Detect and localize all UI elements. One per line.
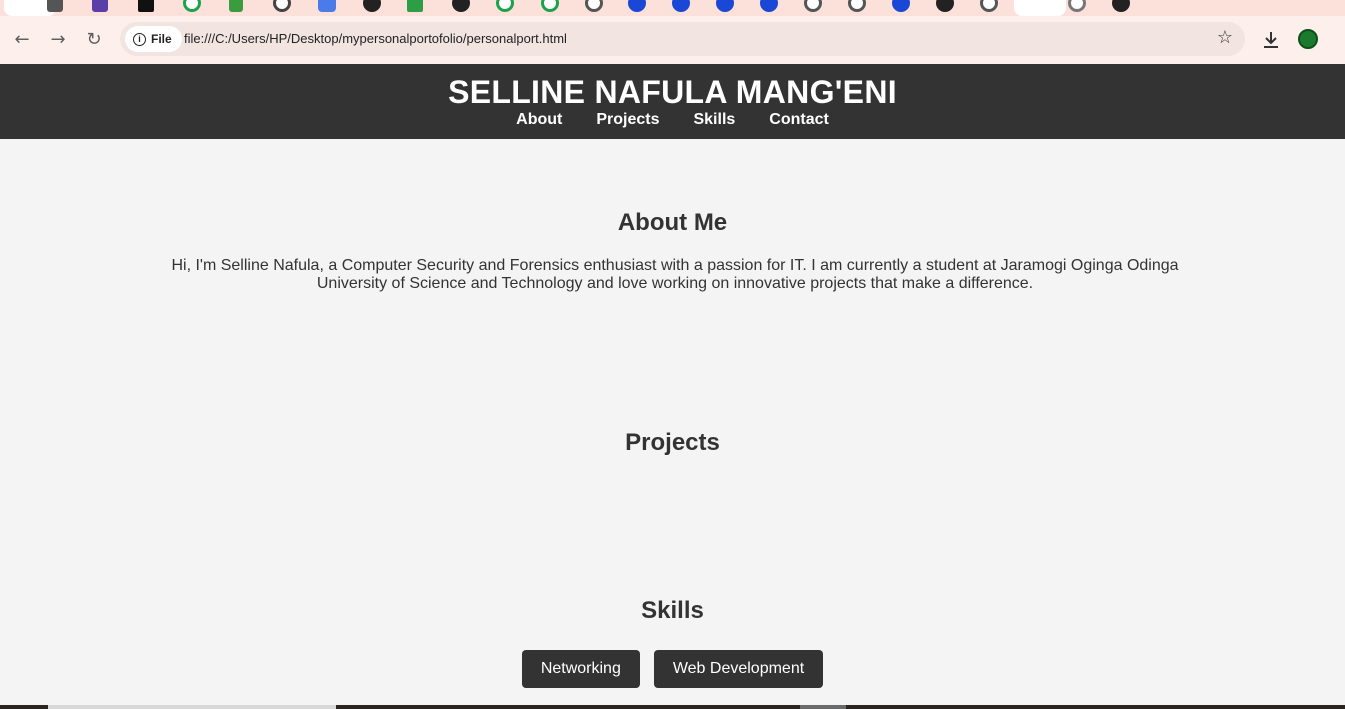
tab-favicon[interactable] bbox=[628, 0, 646, 12]
bookmark-star-icon[interactable]: ☆ bbox=[1217, 27, 1233, 48]
back-arrow-icon: ← bbox=[14, 28, 30, 50]
taskbar-edge bbox=[0, 705, 1345, 709]
tab-favicon[interactable] bbox=[183, 0, 201, 12]
tab-favicon[interactable] bbox=[541, 0, 559, 12]
url-text[interactable]: file:///C:/Users/HP/Desktop/mypersonalpo… bbox=[184, 31, 567, 46]
tab-favicon[interactable] bbox=[585, 0, 603, 12]
tab-favicon[interactable] bbox=[318, 0, 336, 12]
nav-link-projects[interactable]: Projects bbox=[596, 110, 659, 130]
tab-favicon[interactable] bbox=[407, 0, 423, 12]
forward-arrow-icon: → bbox=[50, 28, 66, 50]
tab-favicon[interactable] bbox=[138, 0, 154, 12]
tab-favicon[interactable] bbox=[1068, 0, 1086, 12]
taskbar-segment bbox=[48, 705, 336, 709]
tab-favicon[interactable] bbox=[452, 0, 470, 12]
tab-favicon[interactable] bbox=[273, 0, 291, 12]
back-button[interactable]: ← bbox=[7, 24, 37, 54]
profile-avatar[interactable] bbox=[1298, 29, 1318, 49]
tab-favicon[interactable] bbox=[936, 0, 954, 12]
tab-favicon[interactable] bbox=[672, 0, 690, 12]
tab-favicon[interactable] bbox=[980, 0, 998, 12]
site-info-chip[interactable]: i File bbox=[125, 26, 182, 52]
forward-button[interactable]: → bbox=[43, 24, 73, 54]
tab-favicon[interactable] bbox=[804, 0, 822, 12]
skill-networking-button[interactable]: Networking bbox=[521, 650, 640, 688]
tab-favicon[interactable] bbox=[229, 0, 243, 12]
site-header: SELLINE NAFULA MANG'ENI About Projects S… bbox=[0, 64, 1345, 139]
about-heading: About Me bbox=[617, 209, 728, 236]
tab-favicon[interactable] bbox=[1112, 0, 1130, 12]
browser-toolbar: ← → ↻ i File file:///C:/Users/HP/Desktop… bbox=[0, 16, 1345, 64]
skills-list: Networking Web Development bbox=[0, 650, 1345, 688]
site-nav: About Projects Skills Contact bbox=[0, 110, 1345, 130]
address-bar[interactable]: i File file:///C:/Users/HP/Desktop/myper… bbox=[120, 22, 1245, 56]
tab-strip bbox=[0, 0, 1345, 16]
tab-favicon[interactable] bbox=[848, 0, 866, 12]
download-icon[interactable] bbox=[1261, 30, 1281, 50]
taskbar-segment bbox=[800, 705, 846, 709]
projects-heading: Projects bbox=[625, 429, 720, 456]
tab-favicon[interactable] bbox=[363, 0, 381, 12]
reload-icon: ↻ bbox=[86, 28, 102, 50]
nav-link-about[interactable]: About bbox=[516, 110, 562, 130]
about-text: Hi, I'm Selline Nafula, a Computer Secur… bbox=[171, 257, 1179, 292]
info-icon: i bbox=[133, 32, 146, 46]
skills-heading: Skills bbox=[641, 597, 704, 624]
tab-favicon[interactable] bbox=[892, 0, 910, 12]
nav-link-skills[interactable]: Skills bbox=[693, 110, 735, 130]
tab-favicon[interactable] bbox=[760, 0, 778, 12]
site-title: SELLINE NAFULA MANG'ENI bbox=[448, 74, 897, 110]
skill-web-development-button[interactable]: Web Development bbox=[653, 650, 824, 688]
reload-button[interactable]: ↻ bbox=[79, 24, 109, 54]
tab-favicon[interactable] bbox=[47, 0, 63, 12]
nav-link-contact[interactable]: Contact bbox=[769, 110, 829, 130]
tab-favicon[interactable] bbox=[92, 0, 108, 12]
site-chip-label: File bbox=[151, 32, 172, 46]
tab-favicon[interactable] bbox=[716, 0, 734, 12]
active-tab[interactable] bbox=[1014, 0, 1066, 16]
tab-favicon[interactable] bbox=[496, 0, 514, 12]
